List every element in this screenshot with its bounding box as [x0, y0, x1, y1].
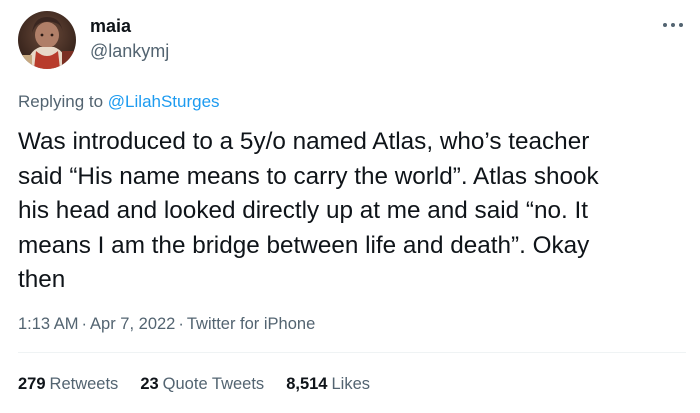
replying-to: Replying to @LilahSturges	[18, 91, 220, 113]
divider	[18, 352, 686, 353]
quote-tweets-label: Quote Tweets	[162, 375, 265, 393]
retweets-label: Retweets	[49, 375, 119, 393]
author-username[interactable]: @lankymj	[90, 40, 169, 62]
author-display-name[interactable]: maia	[90, 15, 131, 37]
tweet-text-line: means I am the bridge between life and d…	[18, 231, 590, 259]
tweet-text-line: then	[18, 266, 66, 293]
replying-to-label: Replying to	[18, 92, 104, 111]
tweet-text-line: said “His name means to carry the world”…	[18, 162, 599, 190]
retweets-count: 279	[18, 375, 46, 393]
replying-to-handle-link[interactable]: @LilahSturges	[108, 92, 220, 111]
avatar-image	[18, 11, 76, 69]
likes-count: 8,514	[286, 375, 328, 393]
more-options-button[interactable]	[660, 18, 686, 32]
meta-separator: ·	[81, 315, 88, 333]
meta-separator: ·	[178, 315, 184, 333]
tweet-text-line: Was introduced to a 5y/o named Atlas, wh…	[18, 128, 590, 155]
tweet-time-link[interactable]: 1:13 AM	[18, 315, 79, 333]
tweet-meta: 1:13 AM · Apr 7, 2022 · Twitter for iPhone	[18, 313, 315, 335]
tweet-date-link[interactable]: Apr 7, 2022	[90, 315, 175, 333]
likes-label: Likes	[331, 375, 371, 393]
quote-tweets-stat[interactable]: 23 Quote Tweets	[140, 373, 264, 395]
engagement-stats: 279 Retweets 23 Quote Tweets 8,514 Likes	[18, 373, 370, 395]
avatar[interactable]	[18, 11, 76, 69]
tweet-source-link[interactable]: Twitter for iPhone	[187, 315, 315, 333]
tweet: maia @lankymj Replying to @LilahSturges …	[0, 0, 700, 413]
tweet-text-line: his head and looked directly up at me an…	[18, 197, 588, 224]
more-horizontal-icon	[663, 23, 683, 27]
tweet-text: Was introduced to a 5y/o named Atlas, wh…	[18, 125, 688, 298]
quote-tweets-count: 23	[140, 375, 159, 393]
retweets-stat[interactable]: 279 Retweets	[18, 373, 118, 395]
likes-stat[interactable]: 8,514 Likes	[286, 373, 370, 395]
